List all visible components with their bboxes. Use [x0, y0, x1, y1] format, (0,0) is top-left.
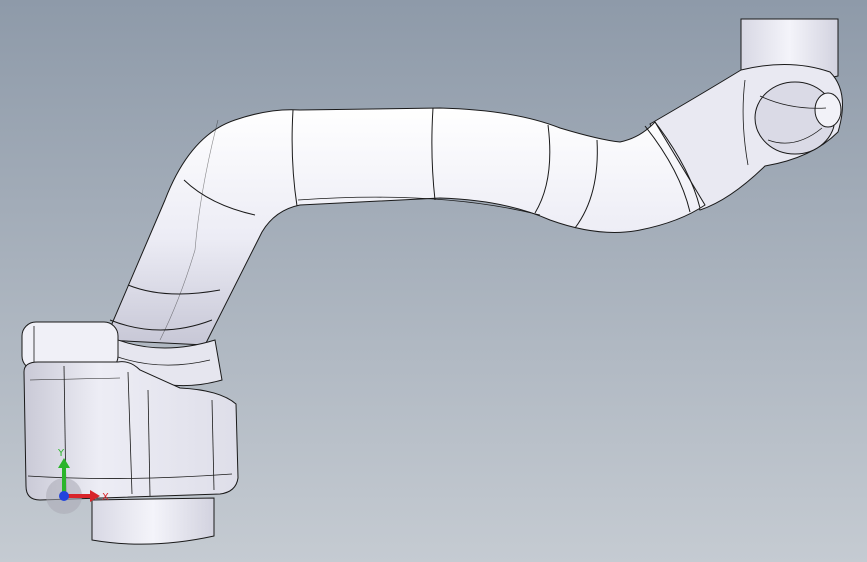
upper-arm-tube[interactable] [104, 107, 706, 346]
graphics-viewport[interactable]: Y X [0, 0, 867, 562]
z-axis-dot [59, 491, 69, 501]
y-axis-label: Y [57, 448, 65, 459]
x-axis-label: X [102, 492, 109, 503]
robot-arm-model[interactable]: Y X [0, 0, 867, 562]
base-cylinder[interactable] [91, 497, 215, 545]
